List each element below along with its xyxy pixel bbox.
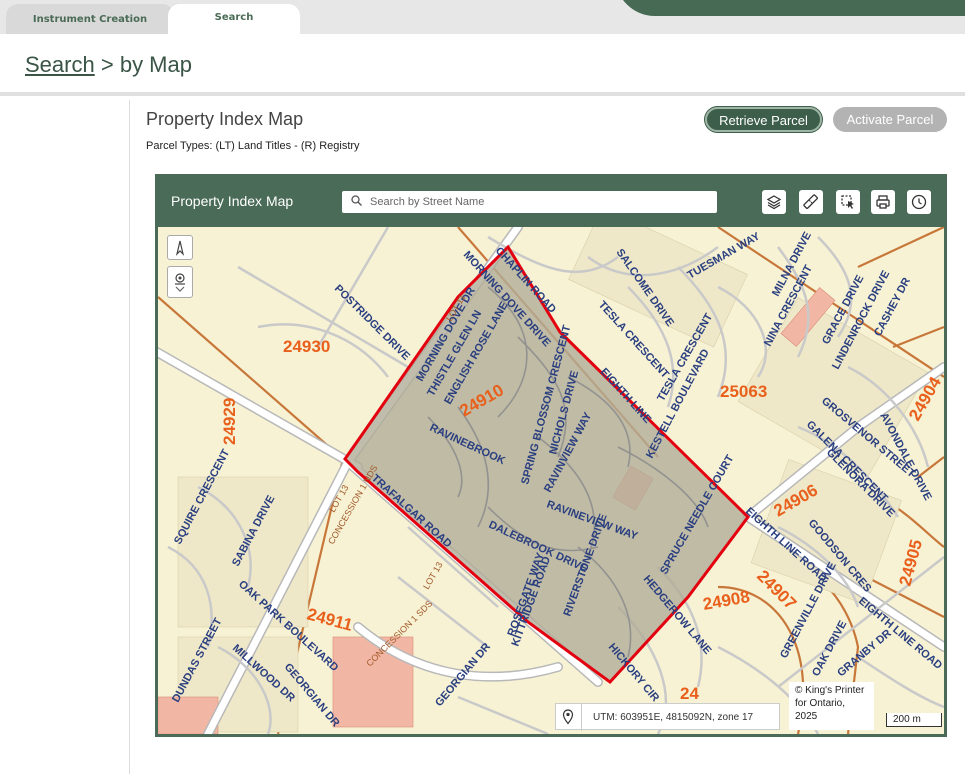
- measure-ruler-icon[interactable]: [799, 190, 823, 214]
- header-decoration: [615, 0, 965, 16]
- map-view[interactable]: 24930 24929 24910 25063 24904 24906 2490…: [158, 227, 944, 734]
- search-icon: [351, 195, 362, 206]
- activate-parcel-button[interactable]: Activate Parcel: [833, 107, 947, 132]
- location-zoom-icon[interactable]: [167, 266, 193, 298]
- street-search-input[interactable]: [370, 193, 710, 211]
- parcel-number-partial: 24: [680, 684, 699, 703]
- parcel-number-24908: 24908: [701, 587, 751, 614]
- street-label: POSTRIDGE DRIVE: [332, 283, 412, 363]
- parcel-number-24905: 24905: [896, 537, 927, 588]
- divider: [581, 704, 582, 731]
- breadcrumb-separator: >: [100, 52, 114, 77]
- street-search: [342, 191, 717, 213]
- parcel-number-24911: 24911: [305, 605, 355, 635]
- retrieve-parcel-button[interactable]: Retrieve Parcel: [705, 107, 822, 132]
- map-toolbar: Property Index Map: [155, 174, 947, 226]
- parcel-number-24930: 24930: [283, 337, 330, 356]
- map-copyright: © King's Printer for Ontario, 2025: [789, 682, 874, 730]
- map-panel: Property Index Map Search by Street Name…: [155, 174, 947, 737]
- info-icon[interactable]: [907, 190, 931, 214]
- parcel-number-25063: 25063: [720, 382, 767, 401]
- utm-coordinates: UTM: 603951E, 4815092N, zone 17: [593, 712, 754, 723]
- tab-instrument-creation[interactable]: Instrument Creation: [6, 4, 174, 34]
- utm-readout: UTM: 603951E, 4815092N, zone 17: [555, 703, 780, 731]
- breadcrumb-search-link[interactable]: Search: [25, 52, 95, 77]
- breadcrumb: Search > by Map: [25, 52, 192, 78]
- print-icon[interactable]: [871, 190, 895, 214]
- tab-search[interactable]: Search: [168, 4, 300, 34]
- page-header: Search > by Map: [0, 34, 965, 96]
- location-pin-icon: [562, 709, 574, 725]
- select-parcel-icon[interactable]: [836, 190, 860, 214]
- page-title: Property Index Map: [146, 109, 304, 129]
- layers-icon[interactable]: [762, 190, 786, 214]
- concession-label: LOT 13: [421, 560, 445, 591]
- parcel-number-24929: 24929: [220, 398, 239, 445]
- left-column: [0, 100, 130, 774]
- compass-north-icon[interactable]: [167, 235, 193, 260]
- parcel-types-legend: Parcel Types: (LT) Land Titles - (R) Reg…: [146, 140, 360, 152]
- map-title: Property Index Map: [171, 193, 294, 209]
- map-basemap: 24930 24929 24910 25063 24904 24906 2490…: [158, 227, 944, 734]
- chevron-down-icon: [175, 286, 185, 292]
- breadcrumb-current: by Map: [119, 52, 192, 77]
- scale-bar: 200 m: [886, 713, 942, 727]
- tab-bar: Instrument Creation Search: [0, 0, 965, 34]
